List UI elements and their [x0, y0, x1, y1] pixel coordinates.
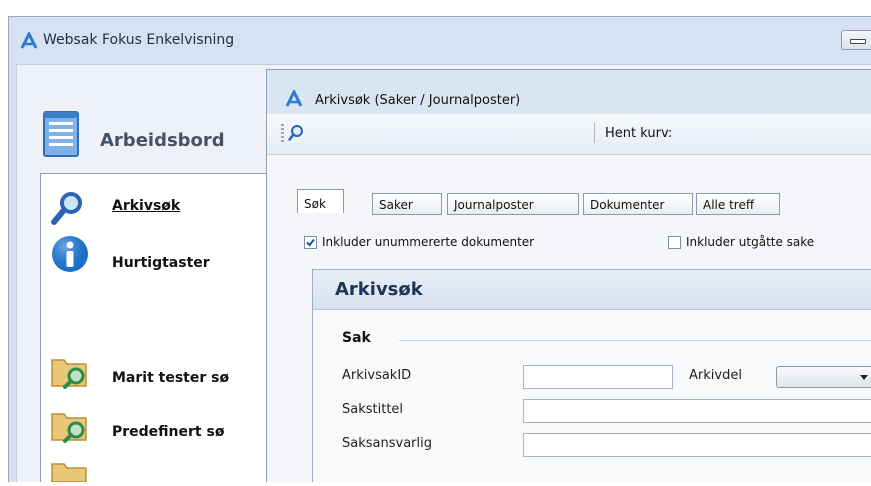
group-divider — [399, 340, 871, 341]
search-icon — [50, 190, 86, 230]
section-header: Arkivsøk — [313, 270, 871, 310]
section-body: Sak ArkivsakID Arkivdel Sakstittel Saksa… — [313, 310, 871, 482]
chevron-down-icon — [860, 375, 868, 380]
arkivdel-label: Arkivdel — [689, 368, 742, 383]
arkivdel-dropdown[interactable] — [776, 366, 871, 388]
tab-alle-treff[interactable]: Alle treff — [696, 193, 780, 215]
app-logo-icon — [285, 88, 303, 112]
sidebar-item-label: Arkivsøk — [112, 198, 181, 214]
saksansvarlig-label: Saksansvarlig — [342, 436, 432, 451]
checkbox-unchecked-icon — [668, 236, 681, 249]
sidebar-item-label: Hurtigtaster — [112, 255, 210, 271]
search-icon[interactable] — [288, 124, 304, 146]
dialog-body: Søk Saker Journalposter Dokumenter Alle … — [267, 155, 871, 482]
checkbox-checked-icon — [304, 236, 317, 249]
folder-search-icon — [50, 408, 90, 448]
tab-journalposter[interactable]: Journalposter — [447, 193, 579, 215]
toolbar-grip[interactable] — [281, 124, 284, 142]
window-title: Websak Fokus Enkelvisning — [43, 32, 235, 48]
arkivsak-id-label: ArkivsakID — [342, 368, 412, 383]
search-section: Arkivsøk Sak ArkivsakID Arkivdel Sakstit… — [312, 269, 871, 482]
sidebar-item-label: Predefinert sø — [112, 424, 225, 440]
dialog-title: Arkivsøk (Saker / Journalposter) — [315, 93, 521, 108]
tab-saker[interactable]: Saker — [372, 193, 442, 215]
sakstittel-label: Sakstittel — [342, 402, 404, 417]
sidebar-item-label: Marit tester sø — [112, 370, 230, 386]
tab-sok[interactable]: Søk — [297, 189, 344, 213]
tab-dokumenter[interactable]: Dokumenter — [583, 193, 693, 215]
toolbar-separator — [594, 123, 595, 143]
app-logo-icon — [20, 30, 38, 54]
arkivsak-id-field[interactable] — [523, 365, 673, 389]
checkbox-label: Inkluder unummererte dokumenter — [322, 235, 535, 249]
document-icon — [42, 110, 82, 164]
fetch-basket-button[interactable]: Hent kurv: — [605, 126, 672, 141]
checkbox-label: Inkluder utgåtte sake — [686, 235, 815, 249]
group-title-sak: Sak — [342, 330, 371, 346]
info-icon — [50, 234, 90, 278]
minimize-icon — [850, 39, 866, 44]
folder-search-icon — [50, 354, 90, 394]
saksansvarlig-field[interactable] — [523, 433, 871, 457]
minimize-button[interactable] — [841, 30, 871, 50]
window-title-bar: Websak Fokus Enkelvisning — [9, 17, 871, 63]
archive-search-dialog: Arkivsøk (Saker / Journalposter) Hent ku… — [266, 69, 871, 482]
dashboard-title: Arbeidsbord — [100, 130, 225, 151]
sakstittel-field[interactable] — [523, 399, 871, 423]
dialog-title-bar: Arkivsøk (Saker / Journalposter) — [267, 70, 871, 114]
toolbar: Hent kurv: — [267, 114, 871, 155]
section-title: Arkivsøk — [335, 279, 423, 300]
